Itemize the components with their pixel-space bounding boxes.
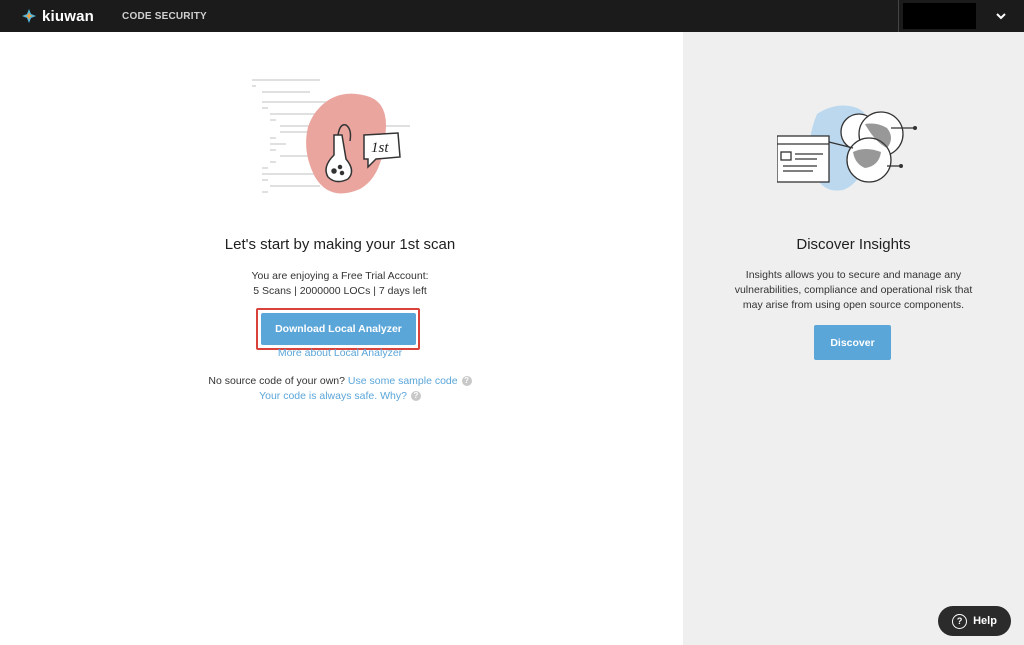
user-account-box[interactable] [903,3,976,29]
illustration-badge: 1st [371,140,389,156]
first-scan-illustration: 1st [252,79,410,194]
trial-limits-text: 5 Scans | 2000000 LOCs | 7 days left [253,285,427,297]
insights-description: Insights allows you to secure and manage… [734,269,973,311]
no-source-text: No source code of your own? [208,375,345,387]
help-button[interactable]: ? Help [938,606,1011,636]
download-local-analyzer-button[interactable]: Download Local Analyzer [261,313,416,345]
code-safe-line: Your code is always safe. Why?? [0,390,680,402]
question-icon: ? [952,613,968,629]
scan-panel: 1st Let's start by making your 1st scan … [0,32,683,645]
insights-heading: Discover Insights [796,236,911,253]
insights-illustration [777,105,917,191]
scan-heading: Let's start by making your 1st scan [224,236,456,253]
insights-panel: Discover Insights Insights allows you to… [683,32,1024,645]
code-safe-link[interactable]: Your code is always safe. Why? [259,390,407,402]
topbar-divider [898,0,899,32]
kiuwan-logo-icon [22,9,36,23]
top-bar: kiuwan CODE SECURITY [0,0,1024,32]
help-question-icon[interactable]: ? [410,391,421,402]
discover-button[interactable]: Discover [814,325,891,360]
nav-code-security[interactable]: CODE SECURITY [122,11,207,22]
brand-name: kiuwan [42,7,95,25]
more-about-local-analyzer-link[interactable]: More about Local Analyzer [0,347,680,359]
brand-logo[interactable]: kiuwan [22,8,94,25]
help-label: Help [973,615,997,627]
help-question-icon[interactable]: ? [461,376,472,387]
use-sample-code-link[interactable]: Use some sample code [348,375,458,387]
sample-code-line: No source code of your own? Use some sam… [0,375,680,387]
chevron-down-icon[interactable] [994,9,1008,23]
trial-account-text: You are enjoying a Free Trial Account: [251,270,429,282]
